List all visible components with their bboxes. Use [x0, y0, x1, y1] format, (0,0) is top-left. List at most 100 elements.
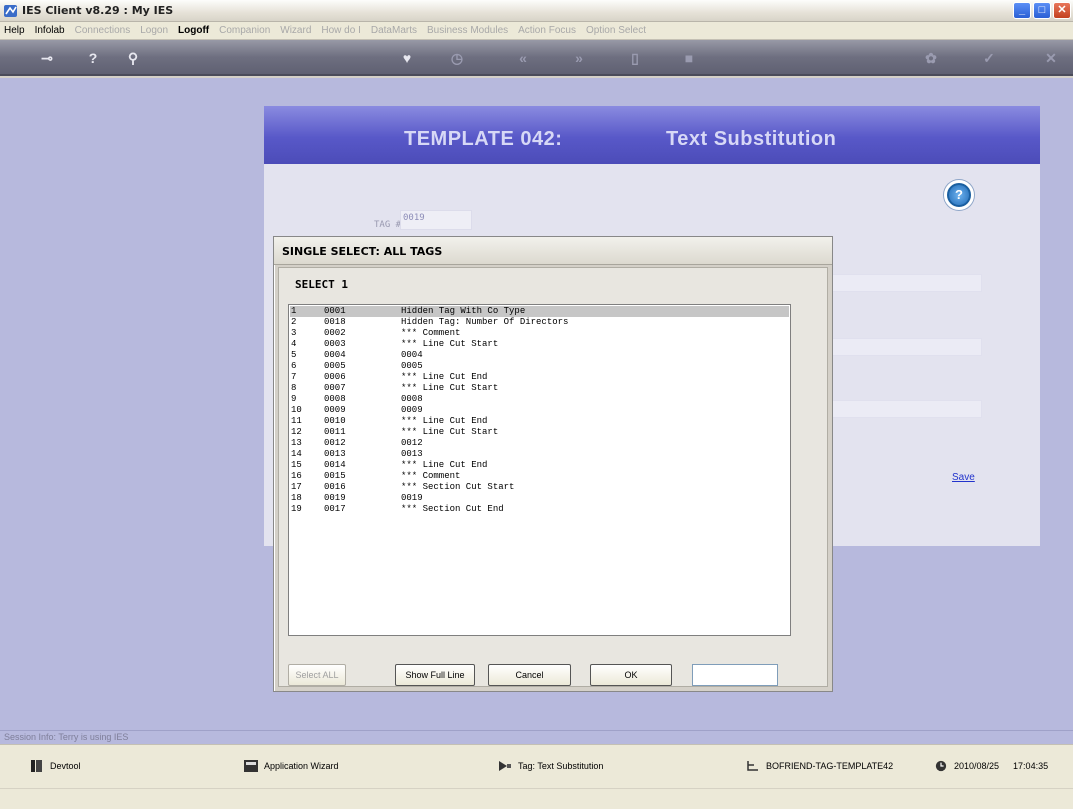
row-code: 0010 [324, 416, 346, 426]
list-item[interactable]: 9 0008 0008 [290, 394, 789, 405]
list-item[interactable]: 18 0019 0019 [290, 493, 789, 504]
tag-item[interactable]: Tag: Text Substitution [498, 760, 603, 772]
row-description: 0012 [401, 438, 423, 448]
menu-item-option-select[interactable]: Option Select [586, 25, 646, 36]
maximize-button[interactable]: □ [1033, 2, 1051, 19]
devtool-icon [31, 760, 42, 772]
template-header: TEMPLATE 042: Text Substitution [264, 106, 1040, 164]
file-item[interactable]: BOFRIEND-TAG-TEMPLATE42 [746, 760, 893, 772]
list-item[interactable]: 7 0006 *** Line Cut End [290, 372, 789, 383]
settings-icon[interactable]: ✿ [920, 48, 942, 68]
row-number: 3 [291, 328, 297, 338]
close-icon[interactable]: ✕ [1040, 48, 1062, 68]
list-item[interactable]: 2 0018 Hidden Tag: Number Of Directors [290, 317, 789, 328]
search-input[interactable] [692, 664, 778, 686]
row-description: Hidden Tag: Number Of Directors [401, 317, 569, 327]
heart-icon[interactable]: ♥ [396, 48, 418, 68]
list-item[interactable]: 16 0015 *** Comment [290, 471, 789, 482]
tag-list[interactable]: 1 0001 Hidden Tag With Co Type 2 0018 Hidden … [288, 304, 791, 636]
menu-item-datamarts[interactable]: DataMarts [371, 25, 417, 36]
row-number: 6 [291, 361, 297, 371]
single-select-dialog: SINGLE SELECT: ALL TAGS SELECT 1 1 0001 Hi… [273, 236, 833, 692]
row-number: 14 [291, 449, 302, 459]
window-titlebar: IES Client v8.29 : My IES _ □ ✕ [0, 0, 1073, 22]
row-code: 0002 [324, 328, 346, 338]
list-item[interactable]: 19 0017 *** Section Cut End [290, 504, 789, 515]
row-code: 0004 [324, 350, 346, 360]
list-item[interactable]: 11 0010 *** Line Cut End [290, 416, 789, 427]
menu-item-how-do-i[interactable]: How do I [321, 25, 360, 36]
row-number: 7 [291, 372, 297, 382]
list-item[interactable]: 13 0012 0012 [290, 438, 789, 449]
row-number: 2 [291, 317, 297, 327]
help-button[interactable]: ? [944, 180, 974, 210]
menu-item-action-focus[interactable]: Action Focus [518, 25, 576, 36]
row-number: 19 [291, 504, 302, 514]
close-button[interactable]: ✕ [1053, 2, 1071, 19]
list-item[interactable]: 10 0009 0009 [290, 405, 789, 416]
row-description: *** Section Cut End [401, 504, 504, 514]
menu-item-companion[interactable]: Companion [219, 25, 270, 36]
form-field[interactable] [830, 400, 982, 418]
menu-item-help[interactable]: Help [4, 25, 25, 36]
save-link[interactable]: Save [952, 472, 975, 483]
stop-icon[interactable]: ■ [678, 48, 700, 68]
row-code: 0013 [324, 449, 346, 459]
document-icon[interactable]: ▯ [624, 48, 646, 68]
row-code: 0018 [324, 317, 346, 327]
row-number: 8 [291, 383, 297, 393]
list-item[interactable]: 8 0007 *** Line Cut Start [290, 383, 789, 394]
menu-item-logon[interactable]: Logon [140, 25, 168, 36]
search-icon[interactable]: ⚲ [122, 48, 144, 68]
ok-button[interactable]: OK [590, 664, 672, 686]
clock-icon[interactable]: ◷ [446, 48, 468, 68]
row-code: 0015 [324, 471, 346, 481]
menu-item-wizard[interactable]: Wizard [280, 25, 311, 36]
list-item[interactable]: 3 0002 *** Comment [290, 328, 789, 339]
row-description: *** Line Cut End [401, 460, 488, 470]
tag-input[interactable]: 0019 [400, 210, 472, 230]
app-wizard-item[interactable]: Application Wizard [244, 760, 339, 772]
list-item[interactable]: 14 0013 0013 [290, 449, 789, 460]
list-item[interactable]: 4 0003 *** Line Cut Start [290, 339, 789, 350]
menu-item-business-modules[interactable]: Business Modules [427, 25, 508, 36]
menu-item-infolab[interactable]: Infolab [35, 25, 65, 36]
date-label: 2010/08/25 [954, 761, 1000, 771]
list-item[interactable]: 15 0014 *** Line Cut End [290, 460, 789, 471]
list-item[interactable]: 12 0011 *** Line Cut Start [290, 427, 789, 438]
list-item[interactable]: 5 0004 0004 [290, 350, 789, 361]
show-full-line-button[interactable]: Show Full Line [395, 664, 475, 686]
row-code: 0016 [324, 482, 346, 492]
next-icon[interactable]: » [568, 48, 590, 68]
minimize-button[interactable]: _ [1013, 2, 1031, 19]
row-description: 0019 [401, 493, 423, 503]
row-number: 11 [291, 416, 302, 426]
form-field[interactable] [830, 274, 982, 292]
row-number: 1 [291, 306, 297, 316]
form-field[interactable] [830, 338, 982, 356]
row-code: 0003 [324, 339, 346, 349]
check-icon[interactable]: ✓ [978, 48, 1000, 68]
devtool-item[interactable]: Devtool [30, 760, 81, 772]
list-item[interactable]: 6 0005 0005 [290, 361, 789, 372]
clock-item: 2010/08/25 17:04:35 [934, 760, 1048, 772]
window-title: IES Client v8.29 : My IES [22, 4, 174, 17]
tag-status-label: Tag: Text Substitution [518, 761, 604, 771]
template-number: TEMPLATE 042: [404, 128, 563, 150]
menu-item-logoff[interactable]: Logoff [178, 25, 209, 36]
key-icon[interactable]: ⊸ [36, 48, 58, 68]
row-description: 0009 [401, 405, 423, 415]
cancel-button[interactable]: Cancel [488, 664, 571, 686]
menu-item-connections[interactable]: Connections [75, 25, 131, 36]
previous-icon[interactable]: « [512, 48, 534, 68]
tree-icon [747, 761, 758, 771]
list-item[interactable]: 1 0001 Hidden Tag With Co Type [290, 306, 789, 317]
select-all-button[interactable]: Select ALL [288, 664, 346, 686]
row-description: *** Comment [401, 471, 461, 481]
list-item[interactable]: 17 0016 *** Section Cut Start [290, 482, 789, 493]
wizard-icon [244, 760, 258, 772]
row-description: 0004 [401, 350, 423, 360]
row-code: 0008 [324, 394, 346, 404]
row-number: 9 [291, 394, 297, 404]
help-icon[interactable]: ? [82, 48, 104, 68]
